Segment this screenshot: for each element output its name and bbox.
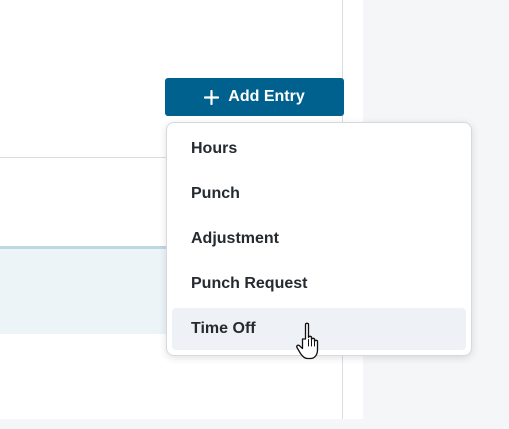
menu-item-hours[interactable]: Hours [172,128,466,170]
menu-item-adjustment[interactable]: Adjustment [172,218,466,260]
add-entry-label: Add Entry [228,88,305,105]
add-entry-button[interactable]: Add Entry [165,78,344,116]
menu-item-label: Punch Request [191,275,308,292]
menu-item-punch[interactable]: Punch [172,173,466,215]
menu-item-punch-request[interactable]: Punch Request [172,263,466,305]
bottom-strip [0,419,363,429]
menu-item-label: Time Off [191,320,256,337]
plus-icon [204,89,220,105]
menu-item-label: Adjustment [191,230,279,247]
menu-item-label: Punch [191,185,240,202]
menu-item-label: Hours [191,140,238,157]
hand-pointer-cursor-icon [294,320,328,362]
